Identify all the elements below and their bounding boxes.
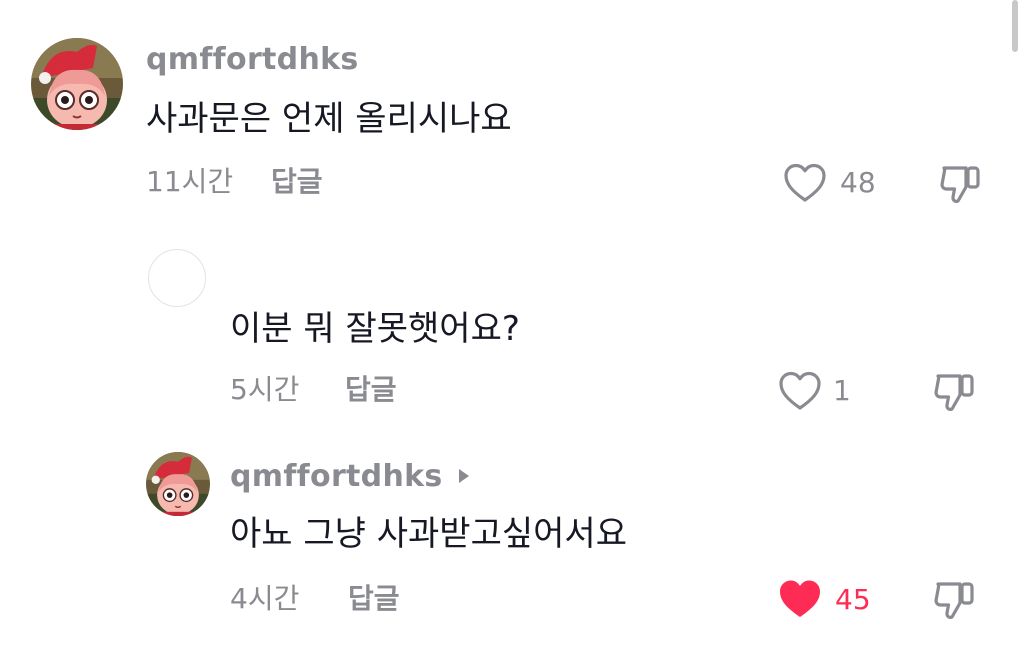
thumbs-down-icon[interactable]	[938, 160, 984, 210]
like-count: 48	[840, 166, 876, 199]
comment-text: 사과문은 언제 올리시나요	[146, 99, 512, 139]
caret-right-icon	[458, 468, 469, 483]
comment-text: 아뇨 그냥 사과받고싶어서요	[230, 514, 627, 554]
username-text[interactable]: qmffortdhks	[230, 459, 443, 494]
avatar[interactable]	[146, 452, 210, 516]
like-count: 1	[833, 374, 851, 407]
avatar-placeholder[interactable]	[148, 249, 206, 307]
reply-button[interactable]: 답글	[345, 373, 397, 407]
comment-timestamp: 4시간	[230, 582, 300, 615]
comment-text: 이분 뭐 잘못햇어요?	[230, 309, 520, 349]
username-text[interactable]: qmffortdhks	[146, 42, 359, 77]
comment-timestamp: 11시간	[146, 165, 234, 198]
heart-filled-icon[interactable]	[777, 578, 823, 624]
comment-timestamp: 5시간	[230, 373, 300, 406]
heart-outline-icon[interactable]	[777, 370, 823, 416]
scrollbar[interactable]	[1012, 0, 1018, 52]
avatar[interactable]	[31, 38, 123, 130]
thumbs-down-icon[interactable]	[932, 576, 978, 626]
comment-username[interactable]: qmffortdhks	[146, 42, 359, 78]
reply-button[interactable]: 답글	[348, 582, 400, 616]
like-count: 45	[835, 583, 871, 616]
reply-button[interactable]: 답글	[271, 165, 323, 199]
heart-outline-icon[interactable]	[782, 162, 828, 208]
comment-username[interactable]: qmffortdhks	[230, 459, 469, 495]
thumbs-down-icon[interactable]	[932, 368, 978, 418]
